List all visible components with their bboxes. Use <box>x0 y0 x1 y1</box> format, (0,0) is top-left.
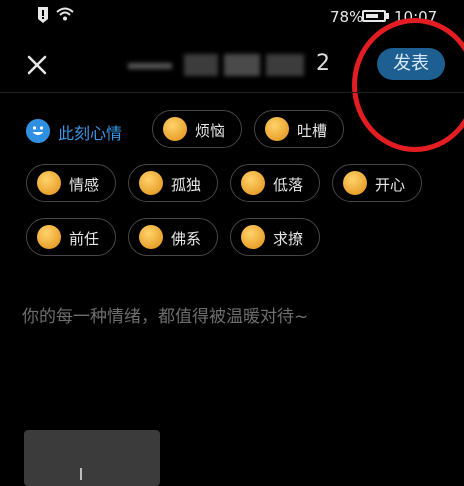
mood-chip-ex[interactable]: 前任 <box>26 218 116 256</box>
wifi-icon <box>56 7 74 21</box>
clock: 10:07 <box>394 8 438 26</box>
close-icon[interactable] <box>22 50 52 80</box>
redaction-block <box>224 54 260 76</box>
battery-percent: 78% <box>330 8 364 26</box>
publish-button[interactable]: 发表 <box>377 48 445 80</box>
happy-sun-face-icon <box>343 171 367 195</box>
add-media-button[interactable] <box>24 430 160 486</box>
chip-label: 孤独 <box>171 176 202 194</box>
chip-label: 开心 <box>375 176 406 194</box>
down-face-icon <box>241 171 265 195</box>
chip-label: 求撩 <box>273 230 304 248</box>
mood-header-label: 此刻心情 <box>58 124 123 143</box>
smile-icon <box>26 119 50 143</box>
redaction-block <box>128 63 172 69</box>
battery-tip <box>386 13 389 19</box>
title-suffix: 2 <box>316 51 330 76</box>
chip-label: 情感 <box>69 176 100 194</box>
divider <box>0 92 464 93</box>
ex-cupcake-icon <box>37 225 61 249</box>
mood-chip-rant[interactable]: 吐槽 <box>254 110 344 148</box>
annoyed-face-icon <box>163 117 187 141</box>
chip-label: 佛系 <box>171 230 202 248</box>
redaction-block <box>266 54 304 76</box>
post-text-input[interactable]: 你的每一种情绪，都值得被温暖对待~ <box>22 302 442 327</box>
mood-chip-down[interactable]: 低落 <box>230 164 320 202</box>
redacted-title <box>128 54 304 76</box>
zen-face-icon <box>139 225 163 249</box>
chip-label: 低落 <box>273 176 304 194</box>
chip-label: 吐槽 <box>297 122 328 140</box>
plus-icon <box>80 468 82 480</box>
redaction-block <box>184 54 218 76</box>
lonely-face-icon <box>139 171 163 195</box>
mood-chip-annoyed[interactable]: 烦恼 <box>152 110 242 148</box>
mood-chip-zen[interactable]: 佛系 <box>128 218 218 256</box>
alert-icon <box>38 7 48 23</box>
chip-label: 前任 <box>69 230 100 248</box>
ranting-face-icon <box>265 117 289 141</box>
battery-icon <box>362 10 386 22</box>
battery-level <box>366 14 378 18</box>
chip-label: 烦恼 <box>195 122 226 140</box>
mood-chip-emotion[interactable]: 情感 <box>26 164 116 202</box>
status-bar: 78% 10:07 <box>0 0 464 36</box>
emotional-face-icon <box>37 171 61 195</box>
mood-chip-lonely[interactable]: 孤独 <box>128 164 218 202</box>
mood-chip-flirt[interactable]: 求撩 <box>230 218 320 256</box>
flirty-face-icon <box>241 225 265 249</box>
top-bar: 2 发表 <box>0 38 464 90</box>
mood-chip-happy[interactable]: 开心 <box>332 164 422 202</box>
